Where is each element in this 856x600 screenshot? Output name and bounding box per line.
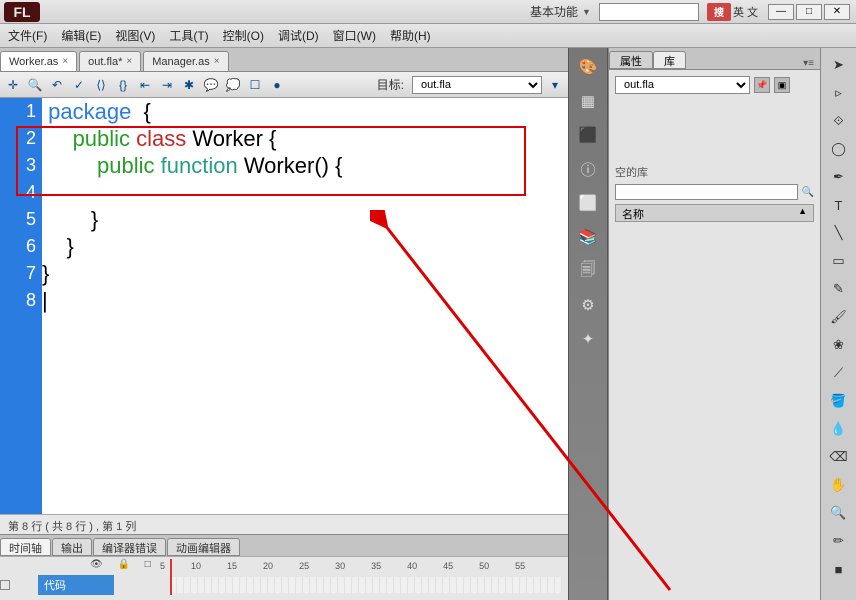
transform-icon[interactable]: ⬜: [575, 190, 601, 216]
line-tool-icon[interactable]: ╲: [828, 222, 850, 244]
menu-tools[interactable]: 工具(T): [169, 27, 208, 44]
titlebar: FL 基本功能 ▼ 搜 英 文 — □ ✕: [0, 0, 856, 24]
panel-menu-icon[interactable]: ▾≡: [803, 58, 814, 69]
library-name-header[interactable]: 名称 ▲: [615, 204, 814, 222]
tab-worker-as[interactable]: Worker.as×: [0, 51, 77, 71]
workspace-dropdown-label[interactable]: 基本功能: [530, 3, 578, 20]
tab-properties[interactable]: 属性: [609, 51, 653, 69]
behaviors-icon[interactable]: ✦: [575, 326, 601, 352]
uncomment-icon[interactable]: 💭: [224, 76, 242, 94]
menu-control[interactable]: 控制(O): [223, 27, 264, 44]
close-icon[interactable]: ×: [214, 56, 220, 67]
lasso-tool-icon[interactable]: ◯: [828, 138, 850, 160]
close-button[interactable]: ✕: [824, 4, 850, 20]
timeline-panel[interactable]: 👁 🔒 □ 510152025303540455055 代码: [0, 556, 568, 600]
subselection-tool-icon[interactable]: ▹: [828, 82, 850, 104]
brace-icon[interactable]: {}: [114, 76, 132, 94]
library-file-select[interactable]: out.fla: [615, 76, 750, 94]
actions-icon[interactable]: 🗐: [575, 258, 601, 284]
find-icon[interactable]: 🔍: [26, 76, 44, 94]
breakpoint-icon[interactable]: ●: [268, 76, 286, 94]
tab-compiler-errors[interactable]: 编译器错误: [93, 538, 166, 556]
code-text[interactable]: package { public class Worker { public f…: [42, 98, 568, 514]
library-empty-label: 空的库: [615, 164, 814, 180]
maximize-button[interactable]: □: [796, 4, 822, 20]
menubar: 文件(F) 编辑(E) 视图(V) 工具(T) 控制(O) 调试(D) 窗口(W…: [0, 24, 856, 48]
menu-window[interactable]: 窗口(W): [333, 27, 376, 44]
status-bar: 第 8 行 ( 共 8 行 ) , 第 1 列: [0, 514, 568, 534]
back-icon[interactable]: ↶: [48, 76, 66, 94]
layer-visibility-icons[interactable]: 👁 🔒 □: [90, 559, 157, 570]
zoom-tool-icon[interactable]: 🔍: [828, 502, 850, 524]
selection-tool-icon[interactable]: ➤: [828, 54, 850, 76]
search-icon[interactable]: 🔍: [802, 187, 814, 198]
code-toolbar: ✛ 🔍 ↶ ✓ ⟨⟩ {} ⇤ ⇥ ✱ 💬 💭 ☐ ● 目标: out.fla …: [0, 72, 568, 98]
collapse-icon[interactable]: ⟨⟩: [92, 76, 110, 94]
ime-text: 英 文: [733, 4, 758, 20]
menu-help[interactable]: 帮助(H): [390, 27, 431, 44]
deco-tool-icon[interactable]: ❀: [828, 334, 850, 356]
rectangle-tool-icon[interactable]: ▭: [828, 250, 850, 272]
close-icon[interactable]: ×: [126, 56, 132, 67]
pencil-tool-icon[interactable]: ✎: [828, 278, 850, 300]
bookmark-icon[interactable]: ☐: [246, 76, 264, 94]
bottom-tabs: 时间轴 输出 编译器错误 动画编辑器: [0, 534, 568, 556]
comment-icon[interactable]: 💬: [202, 76, 220, 94]
close-icon[interactable]: ×: [62, 56, 68, 67]
ime-badge[interactable]: 搜: [707, 3, 731, 21]
align-icon[interactable]: ⬛: [575, 122, 601, 148]
line-gutter: 1 2 3 4 5 6 7 8: [0, 98, 42, 514]
new-panel-icon[interactable]: ▣: [774, 77, 790, 93]
minimize-button[interactable]: —: [768, 4, 794, 20]
add-icon[interactable]: ✛: [4, 76, 22, 94]
components-icon[interactable]: ⚙: [575, 292, 601, 318]
stroke-color-icon[interactable]: ✏: [828, 530, 850, 552]
bone-tool-icon[interactable]: ⟋: [828, 362, 850, 384]
check-icon[interactable]: ✓: [70, 76, 88, 94]
outdent-icon[interactable]: ⇤: [136, 76, 154, 94]
indent-icon[interactable]: ⇥: [158, 76, 176, 94]
vertical-toolbar: 🎨 ▦ ⬛ ⓘ ⬜ 📚 🗐 ⚙ ✦: [568, 48, 608, 600]
layer-code[interactable]: 代码: [38, 575, 114, 595]
chevron-down-icon[interactable]: ▼: [582, 7, 591, 17]
hand-tool-icon[interactable]: ✋: [828, 474, 850, 496]
library-icon[interactable]: 📚: [575, 224, 601, 250]
layer-checkbox[interactable]: [0, 580, 10, 590]
target-select[interactable]: out.fla: [412, 76, 542, 94]
brush-tool-icon[interactable]: 🖌: [828, 306, 850, 328]
text-tool-icon[interactable]: T: [828, 194, 850, 216]
document-tabs: Worker.as× out.fla*× Manager.as×: [0, 48, 568, 72]
pin-icon[interactable]: 📌: [754, 77, 770, 93]
app-icon: FL: [4, 2, 40, 22]
tab-timeline[interactable]: 时间轴: [0, 538, 51, 556]
tab-output[interactable]: 输出: [52, 538, 92, 556]
free-transform-icon[interactable]: ⟐: [828, 110, 850, 132]
code-editor[interactable]: 1 2 3 4 5 6 7 8 package { public class W…: [0, 98, 568, 514]
timeline-frames[interactable]: [170, 577, 562, 593]
tab-motion-editor[interactable]: 动画编辑器: [167, 538, 240, 556]
tab-out-fla[interactable]: out.fla*×: [79, 51, 141, 71]
chevron-down-icon[interactable]: ▾: [546, 76, 564, 94]
pen-tool-icon[interactable]: ✒: [828, 166, 850, 188]
search-input[interactable]: [599, 3, 699, 21]
tab-manager-as[interactable]: Manager.as×: [143, 51, 228, 71]
color-icon[interactable]: 🎨: [575, 54, 601, 80]
tools-panel: ➤ ▹ ⟐ ◯ ✒ T ╲ ▭ ✎ 🖌 ❀ ⟋ 🪣 💧 ⌫ ✋ 🔍 ✏ ■: [820, 48, 856, 600]
paint-bucket-icon[interactable]: 🪣: [828, 390, 850, 412]
playhead[interactable]: [170, 559, 172, 595]
eraser-tool-icon[interactable]: ⌫: [828, 446, 850, 468]
target-label: 目标:: [377, 76, 404, 93]
menu-edit[interactable]: 编辑(E): [61, 27, 101, 44]
menu-file[interactable]: 文件(F): [8, 27, 47, 44]
library-search-input[interactable]: [615, 184, 798, 200]
tab-library[interactable]: 库: [653, 51, 686, 69]
menu-view[interactable]: 视图(V): [115, 27, 155, 44]
right-panel: 属性 库 ▾≡ out.fla 📌 ▣ 空的库 🔍 名称 ▲: [608, 48, 820, 600]
eyedropper-icon[interactable]: 💧: [828, 418, 850, 440]
fill-color-icon[interactable]: ■: [828, 558, 850, 580]
menu-debug[interactable]: 调试(D): [278, 27, 319, 44]
swatches-icon[interactable]: ▦: [575, 88, 601, 114]
info-icon[interactable]: ⓘ: [575, 156, 601, 182]
word-icon[interactable]: ✱: [180, 76, 198, 94]
